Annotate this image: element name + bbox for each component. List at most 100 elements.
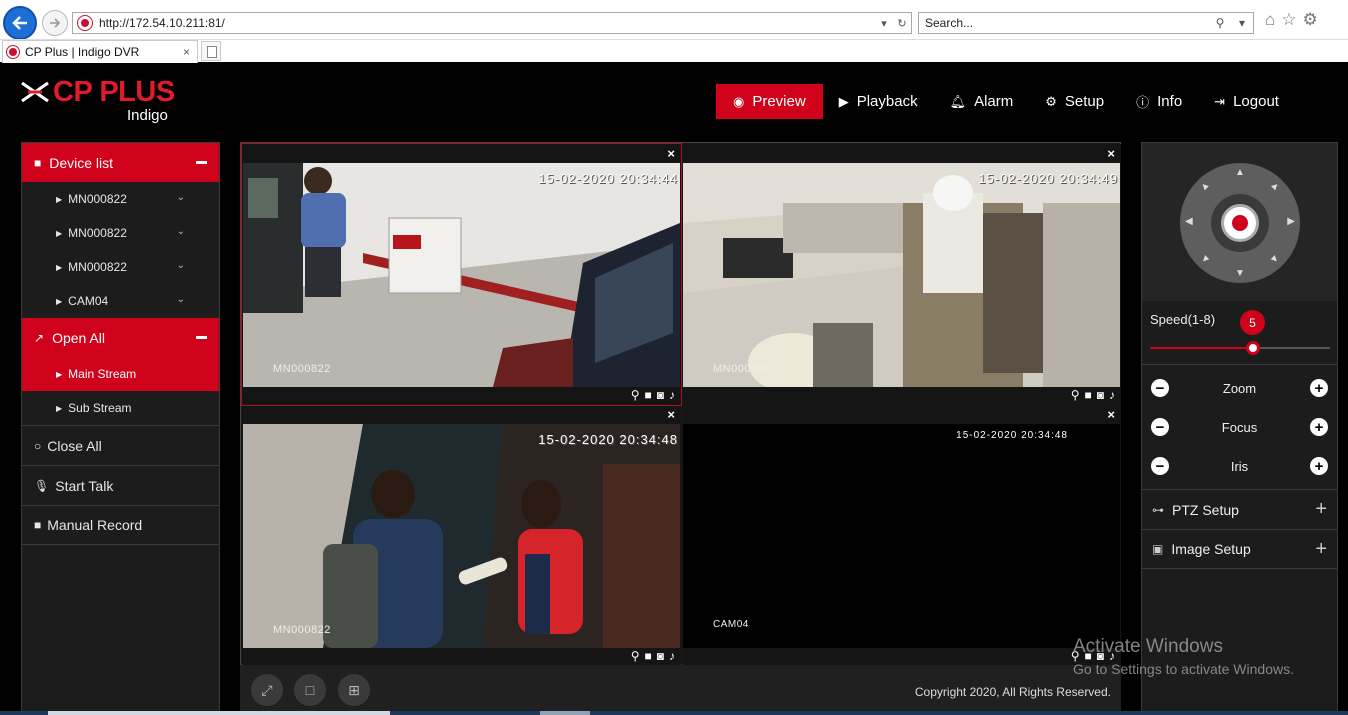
search-placeholder[interactable]: Search...: [925, 16, 1209, 30]
zoom-icon[interactable]: ⚲: [1071, 388, 1080, 402]
close-icon[interactable]: ×: [1107, 407, 1115, 422]
tab-close-icon[interactable]: ×: [183, 45, 197, 59]
back-button[interactable]: [3, 6, 37, 40]
stream-item-sub[interactable]: ▶ Sub Stream: [22, 391, 219, 425]
video-cell-4[interactable]: × 15-02-2020 20:34:48 CAM04 ⚲ ■ ◙ ♪: [682, 405, 1121, 666]
camera-feed[interactable]: 15-02-2020 20:34:48 CAM04: [683, 424, 1120, 648]
chevron-down-icon[interactable]: ⌄: [177, 226, 185, 237]
zoom-in-button[interactable]: +: [1310, 379, 1328, 397]
collapse-minus-icon[interactable]: [196, 161, 207, 164]
snapshot-camera-icon[interactable]: ◙: [1097, 388, 1104, 402]
new-tab-button[interactable]: [201, 41, 221, 61]
forward-button[interactable]: [42, 10, 68, 36]
refresh-icon[interactable]: ↻: [893, 17, 911, 30]
speed-slider[interactable]: [1150, 341, 1330, 355]
snapshot-camera-icon[interactable]: ◙: [657, 649, 664, 663]
open-all-header[interactable]: ↗ Open All: [22, 318, 219, 357]
chevron-down-icon[interactable]: ⌄: [177, 192, 185, 203]
expand-plus-icon[interactable]: +: [1315, 498, 1327, 521]
close-icon[interactable]: ×: [667, 146, 675, 161]
pan-right-icon[interactable]: ▶: [1287, 216, 1295, 227]
search-dropdown-icon[interactable]: ▾: [1231, 16, 1253, 30]
pan-left-icon[interactable]: ◀: [1185, 216, 1193, 227]
speed-slider-handle[interactable]: [1245, 341, 1260, 355]
collapse-minus-icon[interactable]: [196, 336, 207, 339]
chevron-down-icon[interactable]: ⌄: [177, 294, 185, 305]
nav-preview[interactable]: ◉ Preview: [716, 84, 823, 119]
device-list-header[interactable]: ■ Device list: [22, 143, 219, 182]
camera-feed[interactable]: 15-02-2020 20:34:44 MN000822: [243, 163, 680, 387]
device-item[interactable]: ▶ MN000822 ⌄: [22, 250, 219, 284]
ptz-direction-dial[interactable]: ▲ ▼ ◀ ▶ ▲ ▲ ▼ ▼: [1180, 163, 1300, 283]
pan-down-icon[interactable]: ▼: [1235, 268, 1245, 279]
device-item[interactable]: ▶ MN000822 ⌄: [22, 216, 219, 250]
browser-chrome: http://172.54.10.211:81/ ▾ ↻ Search... ⚲…: [0, 0, 1348, 63]
record-icon[interactable]: ■: [645, 649, 652, 663]
close-icon[interactable]: ×: [1107, 146, 1115, 161]
record-icon[interactable]: ■: [645, 388, 652, 402]
start-talk-button[interactable]: 🎙︎ Start Talk: [22, 465, 219, 505]
nav-label: Playback: [856, 93, 918, 110]
expand-plus-icon[interactable]: +: [1315, 538, 1327, 561]
quad-view-button[interactable]: ⊞: [338, 674, 370, 706]
camera-scene-image: [243, 424, 680, 648]
nav-info[interactable]: ⓘ Info: [1120, 84, 1198, 119]
device-item[interactable]: ▶ CAM04 ⌄: [22, 284, 219, 318]
audio-icon[interactable]: ♪: [669, 649, 675, 663]
video-camera-icon: ■: [34, 518, 42, 532]
close-icon[interactable]: ×: [667, 407, 675, 422]
nav-alarm[interactable]: 🔔︎ Alarm: [934, 84, 1030, 119]
nav-logout[interactable]: ⇥ Logout: [1198, 84, 1295, 119]
close-all-button[interactable]: ○ Close All: [22, 425, 219, 465]
focus-in-button[interactable]: +: [1310, 418, 1328, 436]
camera-name: MN000822: [273, 624, 331, 636]
dropdown-icon[interactable]: ▾: [875, 17, 893, 30]
audio-icon[interactable]: ♪: [1109, 649, 1115, 663]
pan-down-left-icon[interactable]: ▼: [1198, 252, 1213, 267]
pan-up-left-icon[interactable]: ▲: [1198, 179, 1213, 194]
device-item[interactable]: ▶ MN000822 ⌄: [22, 182, 219, 216]
nav-setup[interactable]: ⚙ Setup: [1029, 84, 1120, 119]
zoom-icon[interactable]: ⚲: [631, 388, 640, 402]
search-icon[interactable]: ⚲: [1209, 16, 1231, 30]
fullscreen-button[interactable]: ⤢: [251, 674, 283, 706]
camera-scene-image: [243, 163, 680, 387]
video-cell-3[interactable]: × 15-02-2020 20:34:48 MN000822 ⚲ ■ ◙ ♪: [242, 405, 681, 666]
audio-icon[interactable]: ♪: [669, 388, 675, 402]
pan-down-right-icon[interactable]: ▼: [1268, 252, 1283, 267]
address-bar[interactable]: http://172.54.10.211:81/ ▾ ↻: [72, 12, 912, 34]
home-icon[interactable]: ⌂: [1265, 10, 1275, 30]
pan-up-right-icon[interactable]: ▲: [1268, 179, 1283, 194]
zoom-icon[interactable]: ⚲: [1071, 649, 1080, 663]
browser-search-box[interactable]: Search... ⚲ ▾: [918, 12, 1254, 34]
url-text[interactable]: http://172.54.10.211:81/: [99, 16, 875, 30]
camera-feed[interactable]: 15-02-2020 20:34:49 MN000822: [683, 163, 1120, 387]
ptz-setup-row[interactable]: ⊶ PTZ Setup +: [1142, 489, 1337, 529]
ptz-center-button[interactable]: [1221, 204, 1259, 242]
browser-tab[interactable]: CP Plus | Indigo DVR ×: [2, 40, 198, 63]
video-cell-2[interactable]: × 15-02-2020 20:34:49 MN000822 ⚲ ■ ◙ ♪: [682, 144, 1121, 405]
nav-playback[interactable]: ▶ Playback: [823, 84, 934, 119]
snapshot-camera-icon[interactable]: ◙: [657, 388, 664, 402]
focus-label: Focus: [1221, 420, 1258, 435]
settings-gear-icon[interactable]: ⚙: [1303, 10, 1318, 30]
video-cell-1[interactable]: × 15-02-2020 20:34:44 MN000822 ⚲ ■ ◙ ♪: [241, 143, 682, 406]
chevron-down-icon[interactable]: ⌄: [177, 260, 185, 271]
favorites-star-icon[interactable]: ☆: [1281, 10, 1296, 30]
record-icon[interactable]: ■: [1085, 388, 1092, 402]
manual-record-button[interactable]: ■ Manual Record: [22, 505, 219, 545]
single-view-button[interactable]: □: [294, 674, 326, 706]
stream-item-main[interactable]: ▶ Main Stream: [22, 357, 219, 391]
grid-footer: ⤢ □ ⊞ Copyright 2020, All Rights Reserve…: [240, 665, 1121, 715]
single-layout-icon: □: [305, 682, 315, 698]
iris-open-button[interactable]: +: [1310, 457, 1328, 475]
stream-label: Sub Stream: [68, 401, 132, 415]
camera-feed[interactable]: 15-02-2020 20:34:48 MN000822: [243, 424, 680, 648]
snapshot-camera-icon[interactable]: ◙: [1097, 649, 1104, 663]
record-icon[interactable]: ■: [1085, 649, 1092, 663]
image-setup-row[interactable]: ▣ Image Setup +: [1142, 529, 1337, 569]
pan-up-icon[interactable]: ▲: [1235, 167, 1245, 178]
zoom-icon[interactable]: ⚲: [631, 649, 640, 663]
device-list-label: Device list: [49, 154, 114, 171]
audio-icon[interactable]: ♪: [1109, 388, 1115, 402]
